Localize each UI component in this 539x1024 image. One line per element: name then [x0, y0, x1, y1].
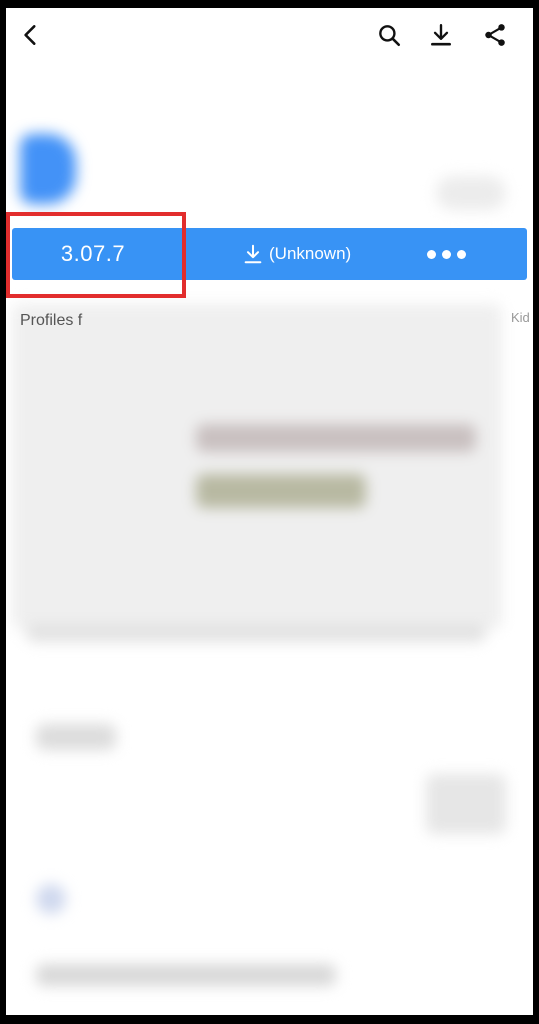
more-dots-icon[interactable]: [416, 228, 476, 280]
download-button[interactable]: (Unknown): [242, 228, 351, 280]
blurred-text: [26, 624, 486, 642]
app-logo: [20, 134, 76, 204]
blurred-line: [196, 474, 366, 508]
top-bar: [6, 8, 533, 64]
blurred-badge: [436, 176, 506, 210]
blurred-screenshot: [12, 304, 502, 629]
blurred-thumbnail: [426, 774, 506, 834]
blurred-line: [196, 424, 476, 452]
download-small-icon: [244, 244, 262, 264]
download-size-label: (Unknown): [269, 244, 352, 263]
blurred-content: [6, 64, 533, 1015]
share-icon[interactable]: [480, 20, 510, 50]
blurred-avatar: [36, 884, 66, 914]
highlight-frame: [6, 212, 186, 298]
search-icon[interactable]: [374, 20, 404, 50]
screenshot-caption: Profiles f: [20, 312, 83, 329]
blurred-heading: [36, 724, 116, 750]
app-detail-screen: 3.07.7 (Unknown) Profiles f Kid: [6, 8, 533, 1015]
back-arrow-icon[interactable]: [16, 20, 46, 50]
blurred-text: [36, 964, 336, 986]
screenshot-side-caption: Kid: [511, 310, 530, 325]
download-icon[interactable]: [426, 20, 456, 50]
